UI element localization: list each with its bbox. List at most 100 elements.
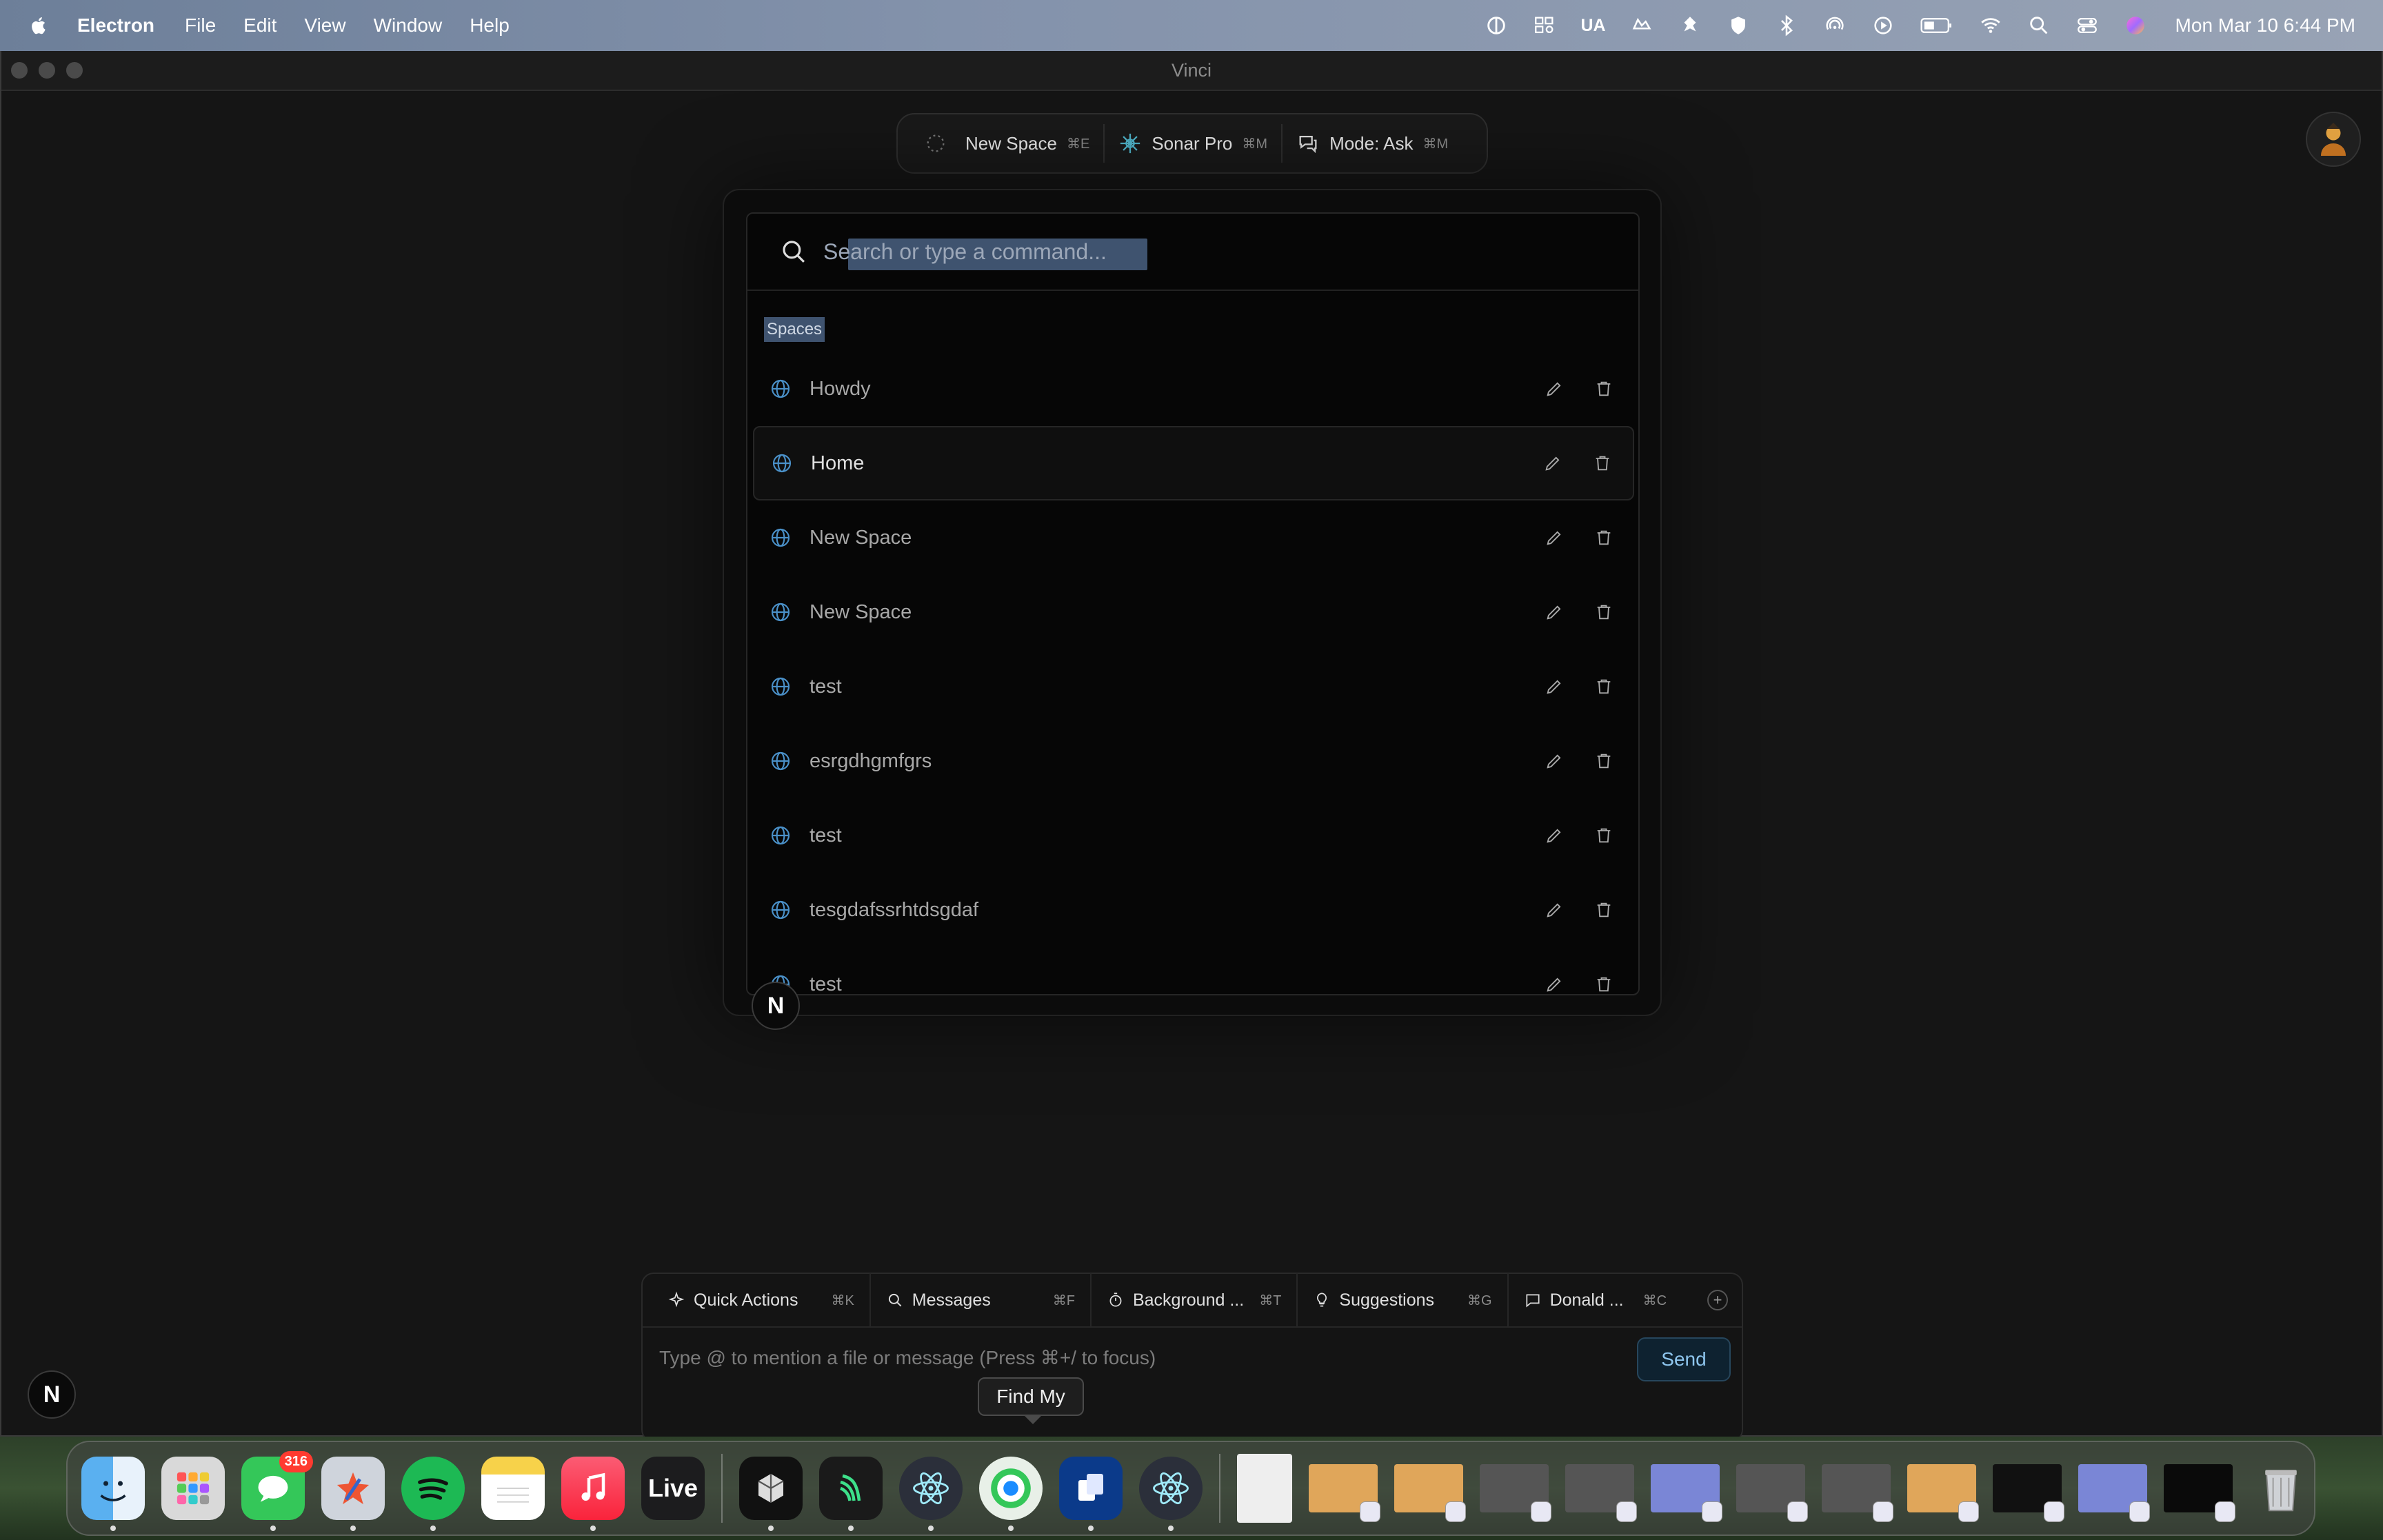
- space-item-tesgdafssrhtdsgdaf[interactable]: tesgdafssrhtdsgdaf: [753, 873, 1634, 947]
- minimized-window-thumb[interactable]: [1565, 1464, 1637, 1522]
- close-window-button[interactable]: [11, 62, 28, 79]
- electron-atom-icon: [913, 1472, 949, 1505]
- model-selector-button[interactable]: Sonar Pro ⌘M: [1105, 124, 1281, 163]
- minimized-window-thumb[interactable]: [1237, 1454, 1292, 1523]
- apple-icon[interactable]: [28, 12, 51, 39]
- menu-window[interactable]: Window: [374, 14, 443, 37]
- space-item-new-space[interactable]: New Space: [753, 575, 1634, 649]
- sidecar-app[interactable]: [1059, 1457, 1123, 1531]
- wifi-icon[interactable]: [1978, 13, 2003, 38]
- cloud-status-icon[interactable]: [1629, 13, 1654, 38]
- space-item-new-space[interactable]: New Space: [753, 500, 1634, 575]
- trash-icon[interactable]: [1594, 602, 1613, 622]
- conversation-chip[interactable]: Donald ... ⌘C: [1509, 1279, 1682, 1321]
- trash-icon[interactable]: [1594, 379, 1613, 398]
- edit-pencil-icon[interactable]: [1545, 677, 1564, 696]
- airdrop-icon[interactable]: [1822, 13, 1847, 38]
- cube-icon: [758, 1474, 784, 1503]
- chip-shortcut: ⌘T: [1259, 1293, 1282, 1308]
- user-avatar[interactable]: [2306, 112, 2361, 167]
- space-item-label: New Space: [810, 600, 912, 623]
- launchpad-app[interactable]: [161, 1457, 225, 1520]
- minimized-window-thumb[interactable]: [1907, 1464, 1979, 1522]
- menu-clock[interactable]: Mon Mar 10 6:44 PM: [2175, 14, 2355, 37]
- trash-icon[interactable]: [1593, 454, 1612, 473]
- music-app[interactable]: [561, 1457, 625, 1531]
- minimized-window-thumb[interactable]: [1993, 1464, 2064, 1522]
- edit-pencil-icon[interactable]: [1545, 528, 1564, 547]
- trash-icon[interactable]: [1594, 826, 1613, 845]
- menu-edit[interactable]: Edit: [243, 14, 276, 37]
- minimized-window-thumb[interactable]: [1394, 1464, 1466, 1522]
- app-mini-icon: [1702, 1501, 1722, 1522]
- spotlight-search-icon[interactable]: [2027, 13, 2051, 38]
- electron-app-2[interactable]: [1139, 1457, 1203, 1531]
- edit-pencil-icon[interactable]: [1543, 454, 1562, 473]
- trash-icon[interactable]: [1594, 975, 1613, 994]
- minimized-window-thumb[interactable]: [1651, 1464, 1722, 1522]
- trash-icon[interactable]: [1594, 751, 1613, 771]
- siri-icon[interactable]: [2123, 13, 2148, 38]
- nextjs-corner-badge[interactable]: N: [28, 1370, 76, 1419]
- minimized-window-thumb[interactable]: [2164, 1464, 2235, 1522]
- bars-app[interactable]: [819, 1457, 883, 1531]
- menu-help[interactable]: Help: [470, 14, 510, 37]
- play-status-icon[interactable]: [1871, 13, 1896, 38]
- minimize-window-button[interactable]: [39, 62, 55, 79]
- space-item-test[interactable]: test: [753, 947, 1634, 994]
- trash-icon[interactable]: [1594, 528, 1613, 547]
- menu-file[interactable]: File: [185, 14, 216, 37]
- trash-icon[interactable]: [1594, 677, 1613, 696]
- space-selector-button[interactable]: New Space ⌘E: [910, 124, 1103, 163]
- minimized-window-thumb[interactable]: [1309, 1464, 1380, 1522]
- control-center-icon[interactable]: [2075, 13, 2100, 38]
- cube-app[interactable]: [739, 1457, 803, 1531]
- background-chip[interactable]: Background ... ⌘T: [1092, 1279, 1296, 1321]
- quick-actions-chip[interactable]: Quick Actions ⌘K: [652, 1279, 869, 1321]
- find-my-app[interactable]: [979, 1457, 1043, 1531]
- electron-app[interactable]: [899, 1457, 963, 1531]
- grid-status-icon[interactable]: [1532, 13, 1557, 38]
- drawing-app[interactable]: [321, 1457, 385, 1531]
- minimized-window-thumb[interactable]: [1480, 1464, 1551, 1522]
- palette-search-input[interactable]: [823, 239, 1582, 265]
- messages-app[interactable]: 316: [241, 1451, 313, 1531]
- mode-selector-button[interactable]: Mode: Ask ⌘M: [1283, 124, 1462, 163]
- messages-chip[interactable]: Messages ⌘F: [871, 1279, 1090, 1321]
- battery-icon[interactable]: [1919, 13, 1955, 38]
- edit-pencil-icon[interactable]: [1545, 751, 1564, 771]
- space-item-test[interactable]: test: [753, 798, 1634, 873]
- edit-pencil-icon[interactable]: [1545, 975, 1564, 994]
- menu-view[interactable]: View: [304, 14, 345, 37]
- minimized-window-thumb[interactable]: [1736, 1464, 1808, 1522]
- add-chip-button[interactable]: +: [1707, 1290, 1728, 1310]
- menu-app-name[interactable]: Electron: [77, 14, 154, 37]
- minimized-window-thumb[interactable]: [1822, 1464, 1893, 1522]
- space-item-esrgdhgmfgrs[interactable]: esrgdhgmfgrs: [753, 724, 1634, 798]
- space-item-home[interactable]: Home: [753, 426, 1634, 500]
- send-button[interactable]: Send: [1637, 1337, 1731, 1381]
- notes-app[interactable]: [481, 1457, 545, 1520]
- circle-status-icon[interactable]: [1484, 13, 1509, 38]
- edit-pencil-icon[interactable]: [1545, 826, 1564, 845]
- bluetooth-icon[interactable]: [1774, 13, 1799, 38]
- space-item-howdy[interactable]: Howdy: [753, 352, 1634, 426]
- input-source-indicator[interactable]: UA: [1580, 16, 1605, 36]
- edit-pencil-icon[interactable]: [1545, 379, 1564, 398]
- minimized-window-thumb[interactable]: [2078, 1464, 2150, 1522]
- edit-pencil-icon[interactable]: [1545, 900, 1564, 920]
- trash-icon[interactable]: [1594, 900, 1613, 920]
- spotify-app[interactable]: [401, 1457, 465, 1531]
- space-item-test[interactable]: test: [753, 649, 1634, 724]
- trash-app[interactable]: [2249, 1457, 2313, 1520]
- suggestions-chip[interactable]: Suggestions ⌘G: [1298, 1279, 1507, 1321]
- running-indicator: [768, 1526, 774, 1531]
- message-input[interactable]: [659, 1347, 1597, 1369]
- zoom-window-button[interactable]: [66, 62, 83, 79]
- edit-pencil-icon[interactable]: [1545, 602, 1564, 622]
- pin-status-icon[interactable]: [1678, 13, 1702, 38]
- live-app[interactable]: Live: [641, 1457, 705, 1520]
- shield-status-icon[interactable]: [1726, 13, 1751, 38]
- nextjs-badge[interactable]: N: [752, 982, 800, 1030]
- finder-app[interactable]: [81, 1457, 145, 1531]
